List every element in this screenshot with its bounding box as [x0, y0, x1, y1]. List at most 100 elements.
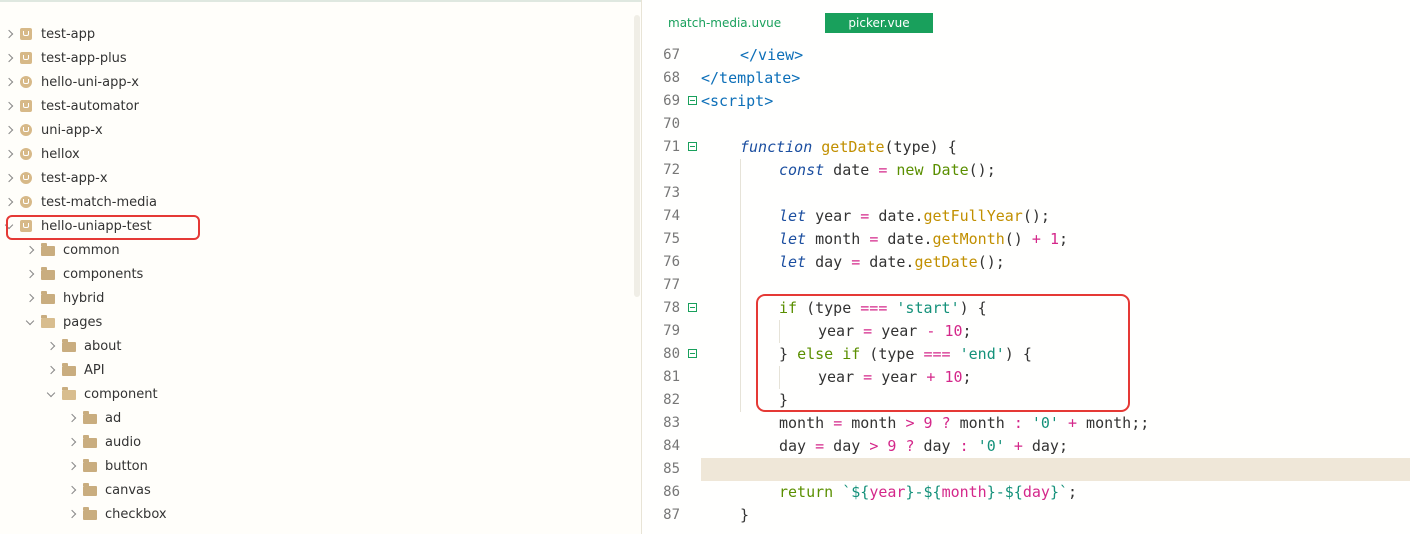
- code-token: Date: [932, 161, 969, 179]
- project-item[interactable]: test-app-x: [4, 166, 108, 190]
- code-line[interactable]: 86 return `${year}-${month}-${day}`;: [642, 481, 1410, 504]
- code-token: +: [1013, 437, 1023, 455]
- chevron-right-icon[interactable]: [67, 413, 77, 423]
- line-number: 70: [663, 116, 680, 132]
- chevron-right-icon[interactable]: [4, 173, 14, 183]
- code-line[interactable]: 75 let month = date.getMonth() + 1;: [642, 228, 1410, 251]
- folder-icon: [83, 459, 97, 472]
- chevron-right-icon[interactable]: [46, 365, 56, 375]
- chevron-right-icon[interactable]: [4, 29, 14, 39]
- line-number: 76: [663, 254, 680, 270]
- code-editor[interactable]: match-media.uvue picker.vue 67 </view> 68 <…: [642, 0, 1410, 534]
- code-line[interactable]: 73: [642, 182, 1410, 205]
- tree-item-label: hybrid: [63, 290, 105, 306]
- folder-icon: [83, 483, 97, 496]
- chevron-right-icon[interactable]: [25, 269, 35, 279]
- code-line[interactable]: 72 const date = new Date();: [642, 159, 1410, 182]
- chevron-right-icon[interactable]: [67, 509, 77, 519]
- project-item[interactable]: test-app: [4, 22, 96, 46]
- tree-item-label: hello-uni-app-x: [41, 74, 139, 90]
- project-round-icon: [20, 196, 32, 208]
- tree-item-label: common: [63, 242, 120, 258]
- code-line[interactable]: 71 function getDate(type) {: [642, 136, 1410, 159]
- code-text: function getDate(type) {: [740, 136, 957, 159]
- chevron-right-icon[interactable]: [46, 341, 56, 351]
- code-line[interactable]: 84 day = day > 9 ? day : '0' + day;: [642, 435, 1410, 458]
- fold-toggle-icon[interactable]: [688, 96, 697, 105]
- code-token: }-${: [905, 483, 942, 501]
- code-token: return: [779, 483, 834, 501]
- chevron-down-icon[interactable]: [46, 388, 56, 397]
- chevron-right-icon[interactable]: [4, 101, 14, 111]
- project-item[interactable]: test-match-media: [4, 190, 157, 214]
- code-token: ();: [977, 253, 1005, 271]
- code-token: :: [1013, 414, 1023, 432]
- folder-item[interactable]: ad: [67, 406, 121, 430]
- project-item[interactable]: test-automator: [4, 94, 139, 118]
- chevron-right-icon[interactable]: [4, 197, 14, 207]
- folder-item[interactable]: component: [46, 382, 158, 406]
- code-token: ();: [1022, 207, 1050, 225]
- chevron-right-icon[interactable]: [25, 293, 35, 303]
- folder-item[interactable]: common: [25, 238, 120, 262]
- fold-toggle-icon[interactable]: [688, 349, 697, 358]
- folder-item[interactable]: hybrid: [25, 286, 105, 310]
- code-line[interactable]: 85: [642, 458, 1410, 481]
- code-line[interactable]: 74 let year = date.getFullYear();: [642, 205, 1410, 228]
- tab-match-media[interactable]: match-media.uvue: [668, 13, 788, 33]
- folder-item[interactable]: about: [46, 334, 122, 358]
- code-token: =: [851, 253, 861, 271]
- tree-item-label: about: [84, 338, 122, 354]
- folder-item[interactable]: API: [46, 358, 105, 382]
- line-number: 74: [663, 208, 680, 224]
- explorer-scrollbar[interactable]: [634, 15, 640, 297]
- code-token: date: [824, 161, 879, 179]
- chevron-right-icon[interactable]: [25, 245, 35, 255]
- chevron-right-icon[interactable]: [67, 485, 77, 495]
- code-line[interactable]: 83 month = month > 9 ? month : '0' + mont…: [642, 412, 1410, 435]
- folder-item[interactable]: components: [25, 262, 144, 286]
- chevron-right-icon[interactable]: [4, 149, 14, 159]
- chevron-right-icon[interactable]: [4, 53, 14, 63]
- folder-item[interactable]: canvas: [67, 478, 151, 502]
- folder-item[interactable]: audio: [67, 430, 141, 454]
- project-square-icon: [20, 28, 32, 40]
- project-item[interactable]: uni-app-x: [4, 118, 103, 142]
- folder-item[interactable]: pages: [25, 310, 102, 334]
- fold-toggle-icon[interactable]: [688, 303, 697, 312]
- code-token: =: [815, 437, 825, 455]
- chevron-right-icon[interactable]: [67, 461, 77, 471]
- code-token: }: [740, 506, 750, 524]
- tree-item-label: components: [63, 266, 144, 282]
- folder-icon: [41, 291, 55, 304]
- project-round-icon: [20, 172, 32, 184]
- line-number: 77: [663, 277, 680, 293]
- code-line[interactable]: 70: [642, 113, 1410, 136]
- tab-picker-active[interactable]: picker.vue: [825, 13, 933, 33]
- code-line[interactable]: 68 </template>: [642, 67, 1410, 90]
- code-token: date.: [869, 207, 924, 225]
- project-item[interactable]: test-app-plus: [4, 46, 127, 70]
- code-token: day: [1022, 483, 1050, 501]
- code-line[interactable]: 67 </view>: [642, 44, 1410, 67]
- project-item[interactable]: hellox: [4, 142, 80, 166]
- line-number: 69: [663, 93, 680, 109]
- code-line[interactable]: 87}: [642, 504, 1410, 527]
- tree-item-label: component: [84, 386, 158, 402]
- line-number: 68: [663, 70, 680, 86]
- line-number: 73: [663, 185, 680, 201]
- tree-item-label: test-app: [41, 26, 96, 42]
- project-item[interactable]: hello-uni-app-x: [4, 70, 139, 94]
- code-line[interactable]: 69 <script>: [642, 90, 1410, 113]
- chevron-right-icon[interactable]: [4, 77, 14, 87]
- code-token: (type) {: [884, 138, 957, 156]
- folder-item[interactable]: checkbox: [67, 502, 167, 526]
- fold-toggle-icon[interactable]: [688, 142, 697, 151]
- chevron-right-icon[interactable]: [4, 125, 14, 135]
- chevron-down-icon[interactable]: [25, 316, 35, 325]
- chevron-right-icon[interactable]: [67, 437, 77, 447]
- code-line[interactable]: 76 let day = date.getDate();: [642, 251, 1410, 274]
- folder-item[interactable]: button: [67, 454, 148, 478]
